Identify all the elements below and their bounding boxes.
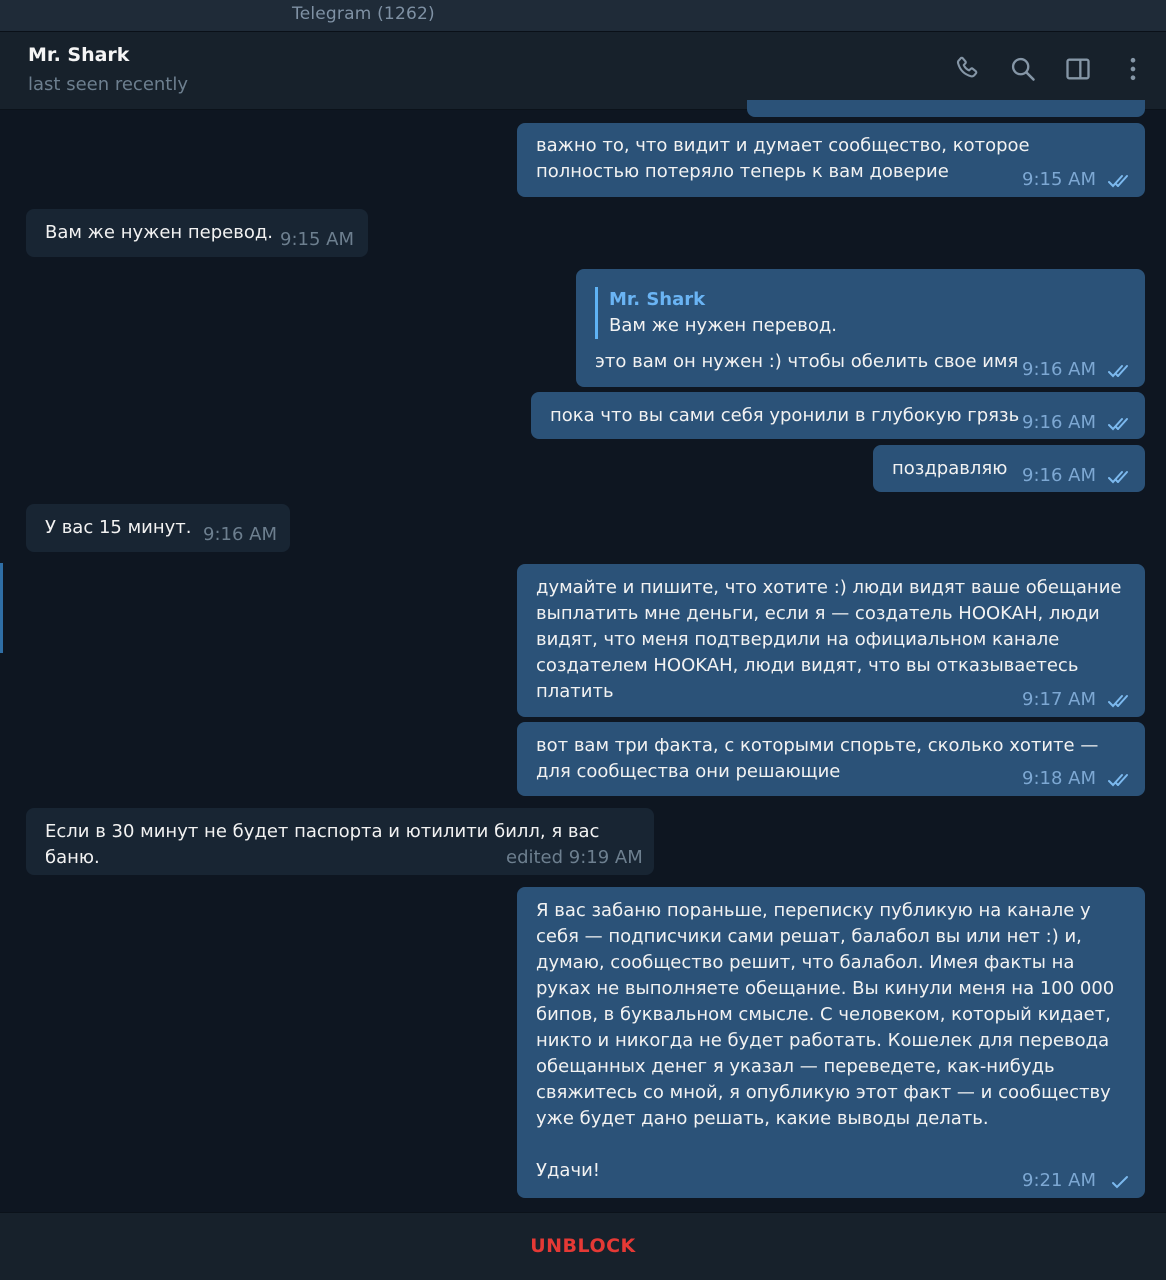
message-time: 9:16 AM: [1022, 465, 1096, 486]
message-text: думайте и пишите, что хотите :) люди вид…: [536, 577, 1128, 702]
double-check-icon: [1108, 365, 1128, 378]
message-time: 9:16 AM: [203, 524, 277, 545]
bottom-bar: UNBLOCK: [0, 1212, 1166, 1280]
message-meta: 9:16 AM: [1022, 412, 1128, 433]
message-text: поздравляю: [892, 458, 1008, 479]
message-outgoing-reply[interactable]: Mr. Shark Вам же нужен перевод. это вам …: [576, 269, 1145, 387]
message-outgoing[interactable]: пока что вы сами себя уронили в глубокую…: [531, 392, 1145, 439]
message-incoming-edited[interactable]: Если в 30 минут не будет паспорта и ютил…: [26, 808, 654, 875]
message-outgoing[interactable]: вот вам три факта, с которыми спорьте, с…: [517, 722, 1145, 796]
message-outgoing[interactable]: поздравляю 9:16 AM: [873, 445, 1145, 492]
message-outgoing[interactable]: Я вас забаню пораньше, переписку публику…: [517, 887, 1145, 1198]
reply-quote[interactable]: Mr. Shark Вам же нужен перевод.: [595, 287, 837, 339]
contact-name[interactable]: Mr. Shark: [28, 44, 129, 66]
message-time: 9:15 AM: [1022, 169, 1096, 190]
message-meta: 9:16 AM: [203, 525, 277, 545]
double-check-icon: [1108, 175, 1128, 188]
message-meta: 9:16 AM: [1022, 465, 1128, 486]
message-time: 9:17 AM: [1022, 689, 1096, 710]
message-meta: 9:15 AM: [280, 230, 354, 250]
telegram-window: Telegram (1262) Mr. Shark last seen rece…: [0, 0, 1166, 1280]
message-text: это вам он нужен :) чтобы обелить свое и…: [595, 351, 1019, 372]
unblock-button[interactable]: UNBLOCK: [0, 1235, 1166, 1257]
message-incoming[interactable]: У вас 15 минут. 9:16 AM: [26, 504, 290, 552]
chat-header: Mr. Shark last seen recently: [0, 32, 1166, 110]
message-text: Я вас забаню пораньше, переписку публику…: [536, 900, 1115, 1181]
message-time: edited 9:19 AM: [506, 847, 643, 868]
single-check-icon: [1112, 1176, 1128, 1189]
message-text: пока что вы сами себя уронили в глубокую…: [550, 405, 1020, 426]
message-incoming[interactable]: Вам же нужен перевод. 9:15 AM: [26, 209, 368, 257]
search-icon[interactable]: [1008, 54, 1038, 84]
message-meta: 9:18 AM: [1022, 768, 1128, 789]
message-meta: 9:21 AM: [1022, 1170, 1128, 1191]
previous-message-fragment: [747, 100, 1145, 117]
message-time: 9:21 AM: [1022, 1170, 1096, 1191]
message-meta: 9:17 AM: [1022, 689, 1128, 710]
message-time: 9:16 AM: [1022, 412, 1096, 433]
sidebar-toggle-icon[interactable]: [1063, 54, 1093, 84]
reply-text: Вам же нужен перевод.: [609, 315, 838, 336]
message-time: 9:16 AM: [1022, 359, 1096, 380]
window-title: Telegram (1262): [292, 4, 435, 24]
double-check-icon: [1108, 774, 1128, 787]
message-time: 9:18 AM: [1022, 768, 1096, 789]
double-check-icon: [1108, 418, 1128, 431]
phone-icon[interactable]: [952, 54, 982, 84]
window-titlebar: Telegram (1262): [0, 0, 1166, 32]
double-check-icon: [1108, 471, 1128, 484]
message-outgoing[interactable]: думайте и пишите, что хотите :) люди вид…: [517, 564, 1145, 717]
message-meta: edited 9:19 AM: [506, 848, 643, 868]
double-check-icon: [1108, 695, 1128, 708]
reply-author: Mr. Shark: [609, 289, 706, 310]
message-text: У вас 15 минут.: [45, 517, 192, 538]
message-text: Вам же нужен перевод.: [45, 222, 274, 243]
message-meta: 9:15 AM: [1022, 169, 1128, 190]
scroll-accent: [0, 563, 3, 653]
contact-status: last seen recently: [28, 74, 189, 95]
message-outgoing[interactable]: важно то, что видит и думает сообщество,…: [517, 123, 1145, 197]
more-vert-icon[interactable]: [1118, 54, 1148, 84]
message-time: 9:15 AM: [280, 229, 354, 250]
message-meta: 9:16 AM: [1022, 359, 1128, 380]
